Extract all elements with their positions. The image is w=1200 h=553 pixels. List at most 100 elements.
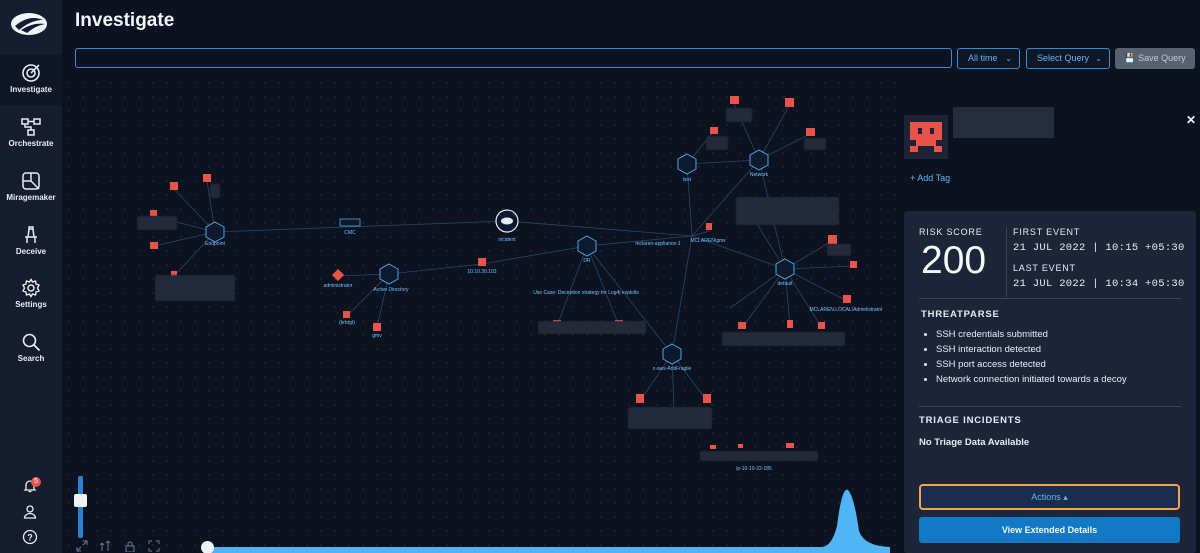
risk-score-value: 200	[921, 239, 987, 282]
threat-item: SSH interaction detected	[936, 344, 1127, 359]
sidebar: Investigate Orchestrate Miragemaker Dece…	[0, 0, 62, 553]
svg-text:?: ?	[27, 533, 33, 543]
node-label-use-case[interactable]: Use Case: Deception strategy for Log4j e…	[533, 290, 639, 296]
graph-edges	[150, 96, 890, 553]
chevron-down-icon: ⌄	[1095, 54, 1102, 63]
plus-icon: +	[910, 173, 916, 183]
node-label-incident[interactable]: incident	[498, 237, 515, 243]
brand-logo[interactable]	[9, 8, 49, 36]
sidebar-item-label: Settings	[15, 300, 47, 309]
node-label-mclaren-gmv[interactable]: MCLAREN\gmv	[690, 238, 725, 244]
help-icon[interactable]: ?	[22, 529, 38, 545]
node-label-administrator[interactable]: administrator	[324, 283, 353, 289]
layout-icon[interactable]	[100, 540, 112, 552]
sidebar-item-investigate[interactable]: Investigate	[0, 55, 62, 105]
time-range-select[interactable]: All time ⌄	[957, 48, 1020, 69]
sidebar-item-label: Deceive	[15, 247, 47, 256]
node-label-active-directory[interactable]: Active Directory	[373, 287, 408, 293]
node-label-krbtgt[interactable]: (krbtgt)	[339, 320, 355, 326]
node-label-dr[interactable]: DR	[583, 258, 590, 264]
redacted-label	[700, 451, 818, 461]
sidebar-item-search[interactable]: Search	[0, 324, 62, 374]
redacted-label	[210, 184, 220, 198]
sidebar-item-orchestrate[interactable]: Orchestrate	[0, 109, 62, 159]
redacted-label	[726, 108, 752, 122]
redacted-label	[628, 407, 712, 429]
threat-list: SSH credentials submitted SSH interactio…	[936, 329, 1127, 389]
save-query-button[interactable]: 💾 Save Query	[1115, 48, 1195, 69]
actions-button[interactable]: Actions ▴	[919, 484, 1180, 510]
node-label-ip-host[interactable]: ip-10-10-22-185	[736, 466, 772, 472]
query-select[interactable]: Select Query ⌄	[1026, 48, 1110, 69]
timeline-handle[interactable]	[201, 541, 214, 553]
search-icon	[22, 333, 41, 352]
triage-label: TRIAGE INCIDENTS	[919, 415, 1022, 426]
investigation-graph[interactable]: Endpoint CMC incident Active Directory a…	[62, 76, 900, 553]
fullscreen-icon[interactable]	[148, 540, 160, 552]
redacted-label	[538, 321, 646, 334]
redacted-label	[722, 332, 845, 346]
redacted-label	[155, 275, 235, 301]
view-extended-details-button[interactable]: View Extended Details	[919, 517, 1180, 543]
time-range-label: All time	[968, 53, 998, 63]
threat-avatar-icon	[904, 115, 948, 159]
threatparse-label: THREATPARSE	[921, 309, 1000, 320]
first-event-label: FIRST EVENT	[1013, 227, 1081, 237]
risk-score-label: RISK SCORE	[919, 227, 983, 237]
expand-icon[interactable]	[76, 540, 88, 552]
save-icon: 💾	[1124, 53, 1136, 63]
node-label-network[interactable]: Network	[750, 172, 768, 178]
redacted-label	[137, 216, 177, 230]
notification-badge: 5	[31, 477, 41, 487]
node-label-default[interactable]: default	[777, 281, 792, 287]
last-event-label: LAST EVENT	[1013, 263, 1076, 273]
workflow-icon	[21, 118, 41, 136]
node-label-antifragile[interactable]: z-aws-AntiFragile	[653, 366, 692, 372]
sidebar-item-miragemaker[interactable]: Miragemaker	[0, 163, 62, 213]
threat-item: SSH credentials submitted	[936, 329, 1127, 344]
add-tag-label: Add Tag	[917, 173, 951, 183]
node-label-gmv[interactable]: gmv	[372, 333, 381, 339]
user-icon[interactable]	[22, 504, 38, 520]
redacted-label	[736, 197, 839, 225]
node-label-endpoint[interactable]: Endpoint	[205, 241, 225, 247]
first-event-value: 21 JUL 2022 | 10:15 +05:30	[1013, 242, 1185, 254]
page-title: Investigate	[75, 10, 175, 31]
sidebar-item-label: Search	[17, 354, 45, 363]
target-icon	[22, 64, 40, 82]
save-query-label: Save Query	[1138, 53, 1186, 63]
redacted-label	[804, 138, 826, 150]
sidebar-item-deceive[interactable]: Deceive	[0, 217, 62, 267]
node-label-ip[interactable]: 10.10.30.103	[467, 269, 496, 275]
query-input[interactable]	[75, 48, 952, 68]
decoy-icon	[25, 226, 37, 243]
sidebar-item-label: Miragemaker	[6, 193, 56, 202]
redacted-label	[827, 244, 851, 256]
zoom-slider-track[interactable]	[78, 476, 83, 538]
add-tag-button[interactable]: + Add Tag	[910, 173, 950, 183]
close-icon[interactable]: ✕	[1186, 113, 1196, 127]
node-label-cmc[interactable]: CMC	[344, 230, 355, 236]
threat-item: Network connection initiated towards a d…	[936, 374, 1127, 389]
caret-up-icon: ▴	[1063, 492, 1068, 502]
node-label-test[interactable]: test	[683, 177, 691, 183]
gear-icon	[22, 278, 40, 298]
redacted-label	[706, 136, 728, 150]
lock-icon[interactable]	[124, 540, 136, 552]
threat-item: SSH port access detected	[936, 359, 1127, 374]
sidebar-item-settings[interactable]: Settings	[0, 270, 62, 320]
divider	[1006, 227, 1007, 297]
redacted-entity-name	[953, 107, 1054, 138]
incident-details-panel: RISK SCORE 200 FIRST EVENT 21 JUL 2022 |…	[904, 211, 1196, 553]
sidebar-item-label: Orchestrate	[8, 139, 54, 148]
last-event-value: 21 JUL 2022 | 10:34 +05:30	[1013, 278, 1185, 290]
triage-value: No Triage Data Available	[919, 437, 1030, 448]
node-label-mclaren-admin[interactable]: MCLAREN.LOCAL\Administrator	[809, 307, 882, 313]
chevron-down-icon: ⌄	[1005, 54, 1012, 63]
node-label-appliance[interactable]: mclaren-appliance-1	[635, 241, 680, 247]
divider	[919, 406, 1181, 407]
query-select-label: Select Query	[1037, 53, 1090, 63]
divider	[919, 298, 1181, 299]
miragemaker-icon	[22, 172, 40, 190]
zoom-slider-handle[interactable]	[74, 494, 87, 507]
